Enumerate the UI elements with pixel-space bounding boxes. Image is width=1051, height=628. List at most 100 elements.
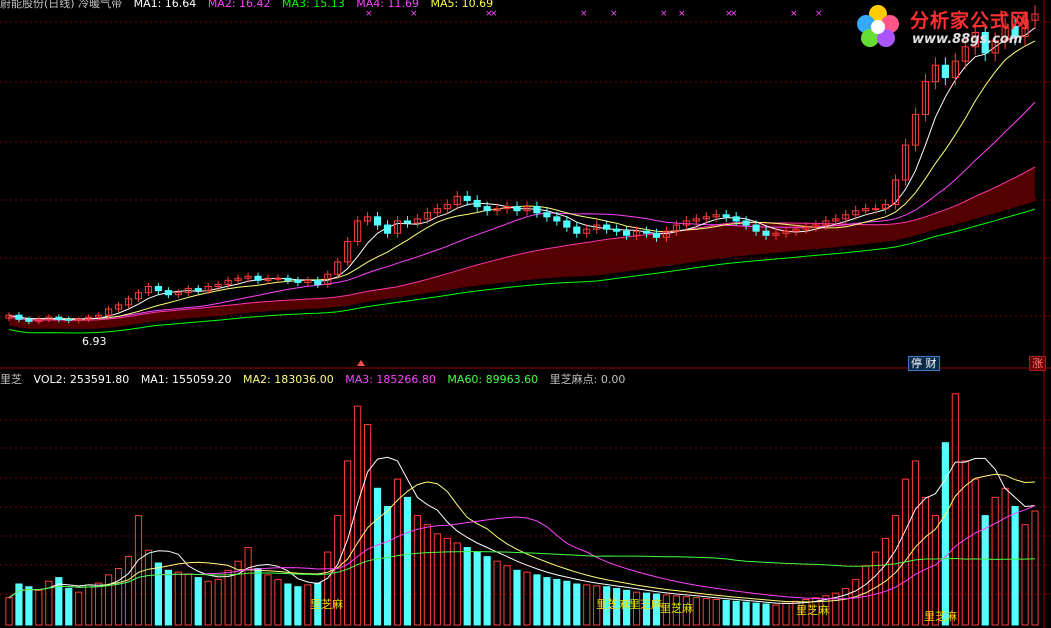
candle-body	[274, 277, 282, 280]
candle-body	[652, 232, 661, 238]
candle-body	[294, 279, 302, 283]
volume-bar	[164, 569, 172, 626]
candle-body	[483, 206, 491, 212]
rise-badge[interactable]: 涨	[1029, 356, 1046, 371]
volume-bar	[373, 487, 382, 626]
volume-bar	[782, 602, 790, 626]
candle-body	[941, 64, 949, 79]
stock-chart[interactable]: × × ×× × × × × ×× × ×	[0, 0, 1051, 628]
volume-bar	[513, 569, 521, 626]
volume-bar	[344, 460, 352, 626]
signal-marker: ×	[365, 9, 373, 19]
candle-body	[164, 290, 172, 296]
volume-bar	[144, 549, 153, 626]
candle-body	[25, 318, 33, 322]
vol-ma2-readout: MA2: 183036.00	[243, 373, 334, 386]
volume-bar	[433, 533, 441, 626]
volume-bar	[324, 551, 332, 626]
candle-body	[573, 226, 581, 234]
volume-bar	[354, 405, 362, 626]
candle-body	[55, 316, 63, 320]
volume-bar	[692, 597, 700, 626]
candle-body	[553, 216, 561, 222]
signal-marker: ×	[610, 9, 618, 19]
candle-body	[513, 206, 521, 212]
volume-bar	[573, 583, 581, 626]
volume-label-2: 里芝麻里芝麻	[596, 598, 662, 611]
volume-bar	[5, 597, 13, 626]
signal-marker: ×	[730, 9, 738, 19]
volume-bar	[254, 567, 262, 626]
volume-bar	[35, 589, 43, 626]
volume-bar	[284, 583, 292, 626]
signal-marker: ×	[790, 9, 798, 19]
candle-body	[15, 314, 23, 320]
volume-bar	[105, 574, 113, 626]
candle-body	[543, 212, 551, 218]
candle-body	[732, 216, 740, 222]
candle-body	[613, 228, 621, 232]
logo-url: www.88gs.com	[912, 32, 1023, 47]
volume-bar	[224, 569, 232, 626]
volume-bar	[85, 584, 93, 626]
candle-body	[623, 230, 631, 236]
ma5-readout: MA5: 10.69	[430, 0, 494, 10]
candle-body	[373, 216, 382, 226]
volume-bar	[264, 574, 272, 626]
volume-bar	[702, 598, 710, 626]
volume-bar	[174, 571, 182, 626]
volume-bar	[862, 565, 870, 626]
volume-label-5: 里芝麻	[924, 610, 957, 623]
candle-body	[533, 206, 541, 214]
volume-bar	[75, 591, 83, 626]
volume-bar	[772, 604, 780, 626]
volume-bar	[453, 542, 461, 626]
volume-bar	[214, 578, 222, 626]
volume-bar	[732, 600, 740, 626]
volume-bar	[274, 578, 282, 626]
volume-bar	[403, 496, 412, 626]
volume-bar	[194, 577, 202, 626]
candle-body	[752, 224, 760, 232]
volume-bar	[1031, 510, 1039, 626]
vol-ma3-readout: MA3: 185266.80	[345, 373, 436, 386]
volume-label-3: 里芝麻	[660, 602, 693, 615]
volume-bar	[712, 598, 720, 626]
candle-body	[403, 220, 412, 224]
candle-body	[872, 208, 880, 211]
point-readout: 里芝麻点: 0.00	[549, 373, 626, 386]
volume-bar	[951, 393, 959, 626]
volume-bar	[393, 478, 402, 626]
volume-bar	[364, 423, 372, 626]
candle-body	[603, 224, 611, 230]
signal-marker: ×	[490, 9, 498, 19]
vol-ma2-line	[8, 473, 1036, 603]
candle-body	[742, 220, 750, 226]
volume-bar	[553, 578, 561, 626]
volume-bar	[294, 586, 302, 626]
volume-bar	[762, 603, 770, 626]
volume-bar	[65, 588, 73, 626]
volume-bar	[722, 599, 730, 626]
volume-bar	[493, 560, 501, 626]
chart-title: 蔚能股份(日线) 冷暖气带	[0, 0, 123, 10]
volume-bar	[1011, 506, 1019, 626]
volume-bar	[523, 571, 531, 626]
stop-finance-badge[interactable]: 停 财	[908, 356, 940, 371]
volume-panel-header: 里芝 VOL2: 253591.80 MA1: 155059.20 MA2: 1…	[0, 373, 633, 386]
volume-bar	[583, 584, 591, 626]
volume-bar	[921, 496, 930, 626]
volume-bar	[114, 567, 123, 626]
volume-bar	[911, 460, 920, 626]
volume-bar	[95, 582, 103, 626]
volume-bar	[852, 578, 860, 626]
volume-bar	[124, 556, 133, 626]
volume-bar	[991, 496, 999, 626]
signal-marker: ×	[678, 9, 686, 19]
volume-bar	[1001, 487, 1009, 626]
candle-body	[722, 214, 730, 218]
volume-bar	[742, 601, 750, 626]
volume-bar	[25, 586, 33, 626]
volume-label-4: 里芝麻	[796, 604, 829, 617]
vol-ma1-line	[8, 456, 1036, 605]
